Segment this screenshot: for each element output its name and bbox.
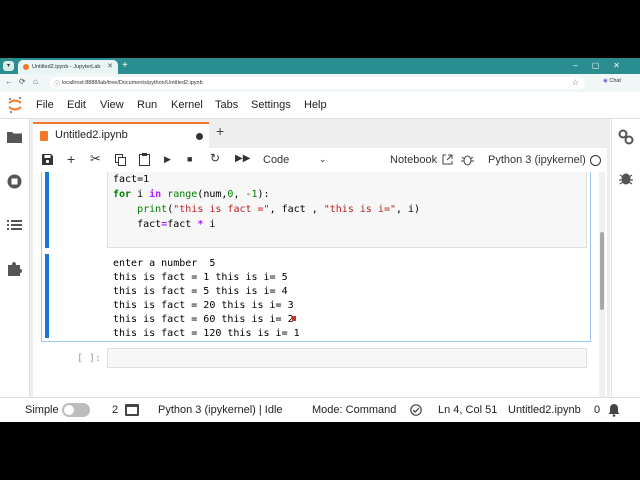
stop-kernel-icon[interactable]: ■ [187,154,192,164]
close-tab-icon[interactable]: ✕ [107,62,113,70]
property-inspector-icon[interactable] [618,129,634,145]
paste-icon[interactable] [139,153,150,166]
menubar: File Edit View Run Kernel Tabs Settings … [0,92,640,119]
scrollbar-thumb[interactable] [600,232,604,310]
document-tab[interactable]: Untitled2.ipynb [33,122,209,148]
table-of-contents-icon[interactable] [7,219,22,231]
output-line: enter a number 5 [113,258,216,269]
simple-mode-toggle[interactable] [62,403,90,417]
main-area: Untitled2.ipynb + + ✂ ▶ ■ ↻ ▶▶ Code ⌄ Not… [30,119,610,397]
code-line-4: fact=fact * i [137,219,216,230]
new-launcher-icon[interactable]: + [216,123,224,139]
copy-icon[interactable] [115,154,126,166]
chat-button[interactable]: ◉ Chat [603,78,621,84]
save-icon[interactable] [42,154,53,165]
cut-icon[interactable]: ✂ [90,151,101,167]
status-filename: Untitled2.ipynb [508,404,581,416]
output-line: this is fact = 1 this is i= 5 [113,272,288,283]
document-tab-title: Untitled2.ipynb [55,129,128,141]
back-icon[interactable]: ← [5,77,13,86]
trusted-check-icon[interactable] [410,404,422,416]
toggle-knob [64,405,74,415]
restart-kernel-icon[interactable]: ↻ [210,151,220,165]
notebook-icon [40,131,48,141]
jupyter-favicon-icon [23,64,29,70]
running-sessions-icon[interactable] [7,174,22,189]
output-line: this is fact = 120 this is i= 1 [113,328,300,339]
notebook-area: fact=1 for i in range(num,0, -1): print(… [33,172,607,397]
menu-tabs[interactable]: Tabs [215,99,238,111]
code-line-1: fact=1 [113,174,150,185]
code-line-2: for i in range(num,0, -1): [113,189,270,200]
status-bar: Simple 2 Python 3 (ipykernel) | Idle Mod… [0,397,640,422]
favorite-star-icon[interactable]: ☆ [572,78,579,87]
address-bar: ← ⟳ ⌂ ⓘ localhost:8888/lab/tree/Document… [0,74,640,93]
menu-view[interactable]: View [100,99,124,111]
debugger-icon[interactable] [619,171,633,185]
right-sidebar [611,119,640,422]
menu-file[interactable]: File [36,99,54,111]
output-line: this is fact = 5 this is i= 4 [113,286,288,297]
chat-label: Chat [609,78,621,84]
kernel-status-text[interactable]: Python 3 (ipykernel) | Idle [158,404,283,416]
open-in-new-icon[interactable] [442,154,453,165]
terminal-count[interactable]: 2 [112,404,118,416]
copilot-icon: ◉ [603,78,608,84]
simple-mode-label: Simple [25,404,59,416]
window-controls[interactable]: –▢✕ [573,61,634,70]
notebook-toolbar: + ✂ ▶ ■ ↻ ▶▶ Code ⌄ Notebook Python 3 (ip… [33,148,607,173]
refresh-icon[interactable]: ⟳ [19,77,26,86]
notebook-mode: Mode: Command [312,404,397,416]
code-line-3: print("this is fact =", fact , "this is … [137,204,421,215]
cell-type-select[interactable]: Code ⌄ [263,154,327,166]
cell-type-value: Code [263,154,290,166]
menu-settings[interactable]: Settings [251,99,291,111]
notebook-label[interactable]: Notebook [390,154,437,166]
empty-cell-prompt: [ ]: [77,353,102,364]
cursor-position[interactable]: Ln 4, Col 51 [438,404,497,416]
output-collapser[interactable] [45,254,49,338]
menu-kernel[interactable]: Kernel [171,99,203,111]
add-cell-icon[interactable]: + [67,151,75,167]
browser-tab[interactable]: Untitled2.ipynb - JupyterLab ✕ [18,60,118,74]
notification-bell-icon[interactable] [608,403,620,417]
debug-bug-icon[interactable] [461,153,474,166]
unsaved-indicator-icon[interactable] [196,133,203,140]
jupyter-logo-icon [8,97,22,113]
mouse-cursor-icon [292,316,296,321]
kernel-status-icon [590,155,601,166]
output-line: this is fact = 20 this is i= 3 [113,300,294,311]
browser-tab-strip: ▾ Untitled2.ipynb - JupyterLab ✕ + –▢✕ [0,58,640,74]
output-line: this is fact = 60 this is i= 2 [113,314,294,325]
tab-list-icon[interactable]: ▾ [3,61,14,71]
empty-cell-editor[interactable] [107,348,587,368]
kernel-sessions-icon[interactable] [125,404,139,416]
extensions-icon[interactable] [7,261,22,276]
menu-edit[interactable]: Edit [67,99,86,111]
left-sidebar [0,119,30,422]
kernel-name[interactable]: Python 3 (ipykernel) [488,154,586,166]
notification-count: 0 [594,404,601,416]
url-field[interactable]: ⓘ localhost:8888/lab/tree/Documents/pyth… [50,77,585,89]
url-text: localhost:8888/lab/tree/Documents/python… [62,80,203,86]
menu-run[interactable]: Run [137,99,157,111]
home-icon[interactable]: ⌂ [33,77,38,86]
input-collapser[interactable] [45,172,49,248]
new-tab-icon[interactable]: + [122,60,128,71]
folder-icon[interactable] [7,131,22,143]
screen: ▾ Untitled2.ipynb - JupyterLab ✕ + –▢✕ ←… [0,58,640,422]
restart-run-all-icon[interactable]: ▶▶ [235,153,250,164]
site-info-icon[interactable]: ⓘ [54,79,60,88]
run-cell-icon[interactable]: ▶ [164,154,171,165]
chevron-down-icon: ⌄ [319,154,327,164]
browser-tab-title: Untitled2.ipynb - JupyterLab [32,63,101,70]
menu-help[interactable]: Help [304,99,327,111]
